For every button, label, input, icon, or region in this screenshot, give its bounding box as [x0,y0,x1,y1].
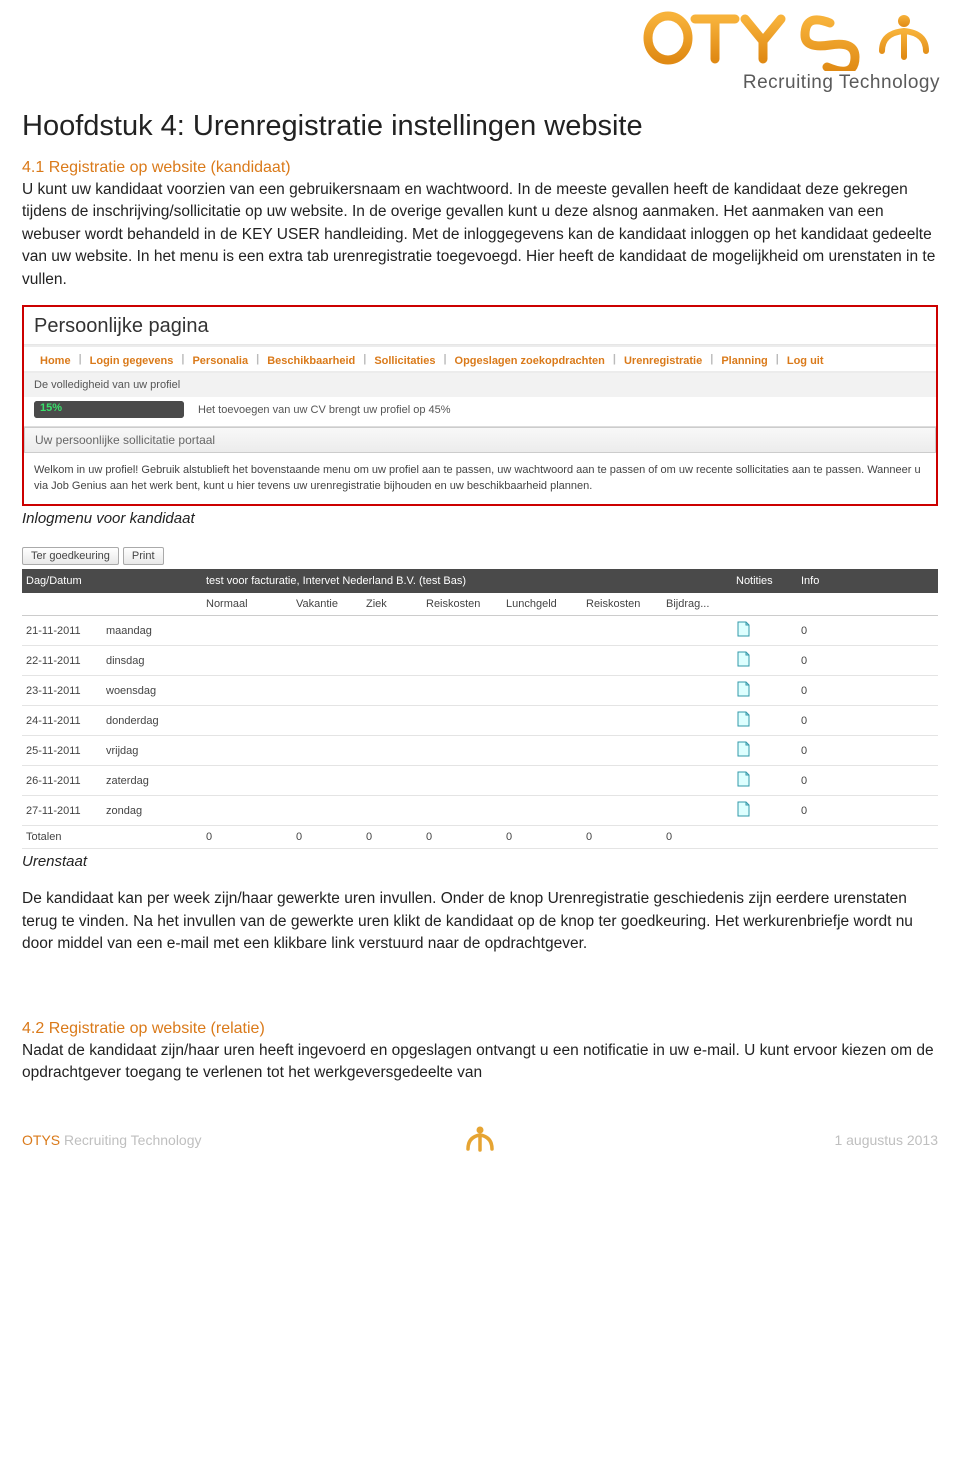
timesheet-header: Dag/Datum test voor facturatie, Intervet… [22,569,938,593]
table-row: 21-11-2011maandag 0 [22,616,938,646]
tab-loguit[interactable]: Log uit [779,353,832,369]
cell-info: 0 [797,805,852,817]
ter-goedkeuring-button[interactable]: Ter goedkeuring [22,547,119,565]
footer-date: 1 augustus 2013 [834,1132,938,1148]
note-icon[interactable] [736,651,750,667]
tab-sollicitaties[interactable]: Sollicitaties [366,353,443,369]
cell-day: donderdag [102,715,202,727]
progress-pct: 15% [40,402,62,414]
cell-info: 0 [797,745,852,757]
para-3: Nadat de kandidaat zijn/haar uren heeft … [22,1040,938,1085]
note-icon[interactable] [736,681,750,697]
progress-bar: 15% [34,401,184,418]
profile-page-title: Persoonlijke pagina [24,307,936,345]
cell-date: 22-11-2011 [22,655,102,667]
cell-day: maandag [102,625,202,637]
print-button[interactable]: Print [123,547,164,565]
caption-urenstaat: Urenstaat [22,853,938,870]
col-notities: Notities [732,569,797,593]
tab-personalia[interactable]: Personalia [184,353,256,369]
col-project: test voor facturatie, Intervet Nederland… [202,569,732,593]
brand-logo: Recruiting Technology [640,5,940,94]
subheader-row: Normaal Vakantie Ziek Reiskosten Lunchge… [22,593,938,616]
welcome-text: Welkom in uw profiel! Gebruik alstublief… [24,453,936,504]
subcol-reiskosten1: Reiskosten [422,598,502,610]
note-icon[interactable] [736,801,750,817]
cell-day: woensdag [102,685,202,697]
portal-header: Uw persoonlijke sollicitatie portaal [24,427,936,453]
col-info: Info [797,569,852,593]
tab-urenregistratie[interactable]: Urenregistratie [616,353,710,369]
tab-login[interactable]: Login gegevens [82,353,182,369]
page-footer: OTYS Recruiting Technology 1 augustus 20… [22,1132,938,1148]
tab-opgeslagen[interactable]: Opgeslagen zoekopdrachten [447,353,613,369]
note-icon[interactable] [736,711,750,727]
cell-day: zondag [102,805,202,817]
cell-day: dinsdag [102,655,202,667]
cell-info: 0 [797,685,852,697]
table-row: 26-11-2011zaterdag 0 [22,766,938,796]
table-row: 22-11-2011dinsdag 0 [22,646,938,676]
table-row: 25-11-2011vrijdag 0 [22,736,938,766]
cell-info: 0 [797,625,852,637]
note-icon[interactable] [736,621,750,637]
profile-completeness-label: De volledigheid van uw profiel [24,373,936,397]
totals-row: Totalen 0 0 0 0 0 0 0 [22,826,938,849]
para-1: U kunt uw kandidaat voorzien van een geb… [22,179,938,291]
subcol-normaal: Normaal [202,598,292,610]
table-row: 24-11-2011donderdag 0 [22,706,938,736]
note-icon[interactable] [736,771,750,787]
cell-date: 26-11-2011 [22,775,102,787]
cell-date: 21-11-2011 [22,625,102,637]
tab-home[interactable]: Home [32,353,79,369]
tab-planning[interactable]: Planning [713,353,775,369]
page-title: Hoofdstuk 4: Urenregistratie instellinge… [22,110,938,143]
progress-hint: Het toevoegen van uw CV brengt uw profie… [198,404,451,416]
table-row: 27-11-2011zondag 0 [22,796,938,826]
footer-logo-icon [463,1124,497,1157]
tab-beschikbaarheid[interactable]: Beschikbaarheid [259,353,363,369]
table-row: 23-11-2011woensdag 0 [22,676,938,706]
subcol-bijdrag: Bijdrag... [662,598,732,610]
subcol-lunchgeld: Lunchgeld [502,598,582,610]
footer-brand: OTYS [22,1132,60,1148]
cell-info: 0 [797,655,852,667]
totals-label: Totalen [22,831,102,843]
cell-info: 0 [797,715,852,727]
section-41-title: 4.1 Registratie op website (kandidaat) [22,159,938,177]
section-42-title: 4.2 Registratie op website (relatie) [22,1020,938,1038]
brand-tagline: Recruiting Technology [640,72,940,94]
cell-date: 24-11-2011 [22,715,102,727]
cell-info: 0 [797,775,852,787]
footer-rest: Recruiting Technology [60,1132,201,1148]
otys-logo-icon [640,5,940,71]
col-dagdatum: Dag/Datum [22,569,202,593]
screenshot-inlogmenu: Persoonlijke pagina Home| Login gegevens… [22,305,938,506]
screenshot-urenstaat: Ter goedkeuring Print Dag/Datum test voo… [22,545,938,849]
cell-day: vrijdag [102,745,202,757]
subcol-reiskosten2: Reiskosten [582,598,662,610]
cell-date: 27-11-2011 [22,805,102,817]
para-2: De kandidaat kan per week zijn/haar gewe… [22,888,938,955]
subcol-ziek: Ziek [362,598,422,610]
note-icon[interactable] [736,741,750,757]
cell-date: 23-11-2011 [22,685,102,697]
subcol-vakantie: Vakantie [292,598,362,610]
cell-day: zaterdag [102,775,202,787]
profile-tabs: Home| Login gegevens| Personalia| Beschi… [24,345,936,373]
caption-inlogmenu: Inlogmenu voor kandidaat [22,510,938,527]
cell-date: 25-11-2011 [22,745,102,757]
